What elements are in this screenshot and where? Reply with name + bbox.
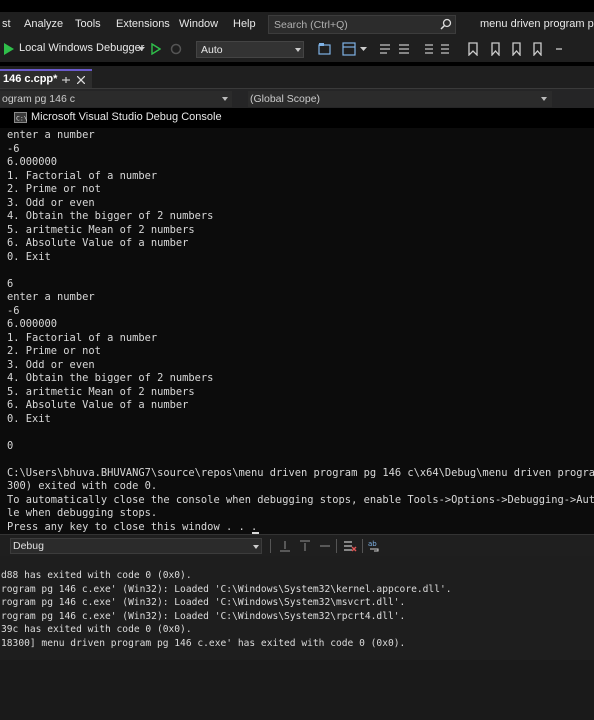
browse-icon[interactable]	[318, 42, 332, 56]
menu-bar: st Analyze Tools Extensions Window Help …	[0, 12, 594, 38]
divider	[362, 539, 363, 553]
hot-reload-icon[interactable]	[170, 43, 182, 55]
bottom-area	[0, 660, 594, 720]
chevron-down-icon[interactable]	[138, 47, 145, 52]
play-icon[interactable]	[4, 43, 14, 55]
start-without-debugging-icon[interactable]	[151, 43, 161, 55]
word-wrap-icon[interactable]: ab	[368, 539, 382, 553]
console-output: enter a number -6 6.000000 1. Factorial …	[7, 129, 594, 533]
project-dropdown-value: ogram pg 146 c	[2, 93, 75, 105]
indent-icon[interactable]	[420, 42, 434, 56]
scope-dropdown[interactable]: (Global Scope)	[248, 91, 552, 107]
menu-item-tools[interactable]: Tools	[75, 18, 101, 30]
toolbar: Local Windows Debugger Auto	[0, 38, 594, 62]
menu-item-help[interactable]: Help	[233, 18, 256, 30]
console-icon: C:\	[14, 112, 27, 123]
previous-bookmark-icon[interactable]	[489, 42, 503, 56]
next-bookmark-icon[interactable]	[510, 42, 524, 56]
chevron-down-icon	[541, 97, 547, 101]
local-windows-debugger-button[interactable]: Local Windows Debugger	[19, 42, 144, 58]
search-box[interactable]	[268, 15, 456, 34]
console-title: Microsoft Visual Studio Debug Console	[31, 111, 222, 123]
search-icon	[440, 18, 452, 30]
search-input[interactable]	[274, 18, 424, 31]
divider	[270, 539, 271, 553]
comment-icon[interactable]	[378, 42, 392, 56]
menu-item-window[interactable]: Window	[179, 18, 218, 30]
close-icon[interactable]	[77, 76, 85, 84]
window-title: menu driven program pg	[480, 18, 594, 30]
output-log: d88 has exited with code 0 (0x0). rogram…	[1, 570, 452, 649]
pin-icon[interactable]	[61, 75, 71, 85]
clear-bookmarks-icon[interactable]	[531, 42, 545, 56]
svg-text:ab: ab	[368, 540, 377, 548]
output-source-dropdown[interactable]: Debug	[10, 538, 262, 554]
output-window[interactable]: d88 has exited with code 0 (0x0). rogram…	[0, 556, 594, 660]
menu-item-test[interactable]: st	[2, 18, 11, 30]
menu-item-analyze[interactable]: Analyze	[24, 18, 63, 30]
chevron-down-icon	[295, 48, 301, 52]
bookmark-icon[interactable]	[467, 42, 479, 56]
chevron-down-icon	[222, 97, 228, 101]
config-value: Auto	[201, 44, 223, 56]
tab-bar: 146 c.cpp*	[0, 66, 594, 88]
output-source-value: Debug	[13, 540, 44, 552]
next-message-icon[interactable]	[318, 539, 332, 553]
tab-label: 146 c.cpp*	[3, 73, 58, 85]
previous-message-icon[interactable]	[298, 539, 312, 553]
debug-console[interactable]: enter a number -6 6.000000 1. Factorial …	[0, 128, 594, 534]
find-message-icon[interactable]	[278, 539, 292, 553]
project-dropdown[interactable]: ogram pg 146 c	[0, 91, 232, 107]
output-toolbar: Debug ab	[0, 534, 594, 557]
svg-text:C:\: C:\	[16, 115, 27, 123]
divider	[336, 539, 337, 553]
outdent-icon[interactable]	[440, 42, 454, 56]
layout-icon[interactable]	[342, 42, 356, 56]
more-icon[interactable]	[553, 43, 565, 55]
console-title-bar[interactable]: C:\ Microsoft Visual Studio Debug Consol…	[0, 108, 594, 128]
uncomment-icon[interactable]	[397, 42, 411, 56]
menu-item-extensions[interactable]: Extensions	[116, 18, 170, 30]
navigation-bar: ogram pg 146 c (Global Scope)	[0, 88, 594, 109]
tab-file[interactable]: 146 c.cpp*	[0, 69, 92, 88]
clear-all-icon[interactable]	[343, 539, 357, 553]
chevron-down-icon	[253, 545, 259, 549]
chevron-down-icon[interactable]	[360, 47, 367, 52]
scope-dropdown-value: (Global Scope)	[250, 93, 321, 105]
config-dropdown[interactable]: Auto	[196, 41, 304, 58]
